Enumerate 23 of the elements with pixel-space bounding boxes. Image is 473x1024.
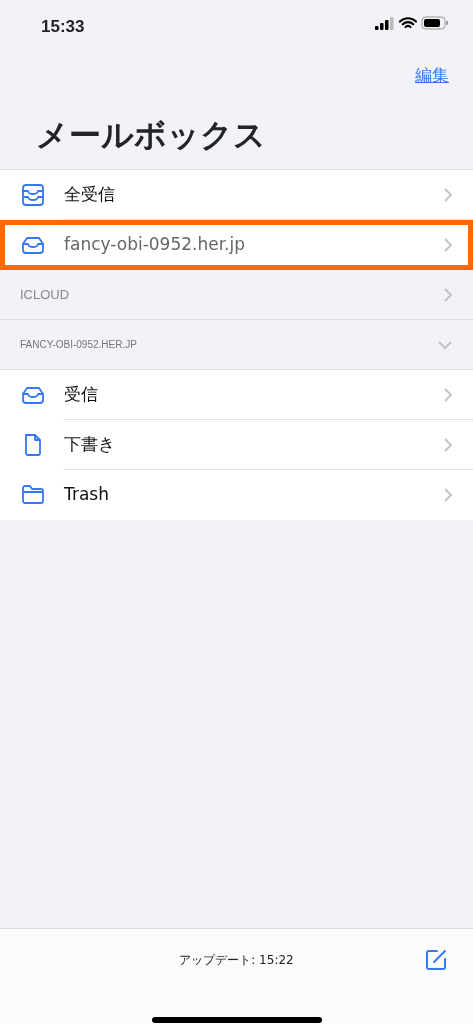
chevron-right-icon xyxy=(443,437,453,454)
status-time: 15:33 xyxy=(41,16,85,38)
mailbox-label: 下書き xyxy=(64,433,116,457)
battery-icon xyxy=(421,16,449,30)
account-name: ICLOUD xyxy=(20,285,71,304)
edit-button[interactable]: 編集 xyxy=(415,63,449,89)
mailbox-label: 受信 xyxy=(64,383,99,407)
chevron-right-icon xyxy=(443,237,453,254)
update-status: アップデート: 15:22 xyxy=(178,952,295,969)
tray-stack-icon xyxy=(20,182,46,209)
account-header[interactable]: FANCY-OBI-0952.HER.JP xyxy=(0,320,473,371)
chevron-right-icon xyxy=(443,187,453,204)
chevron-right-icon xyxy=(443,487,453,504)
chevron-right-icon xyxy=(443,387,453,404)
mailbox-label: fancy-obi-0952.her.jp xyxy=(64,233,247,257)
page-title: メールボックス xyxy=(36,118,267,154)
mailbox-label: Trash xyxy=(64,483,110,507)
mailbox-row[interactable]: fancy-obi-0952.her.jp xyxy=(0,220,473,271)
wifi-icon xyxy=(399,16,417,30)
account-name: FANCY-OBI-0952.HER.JP xyxy=(20,338,138,353)
mailbox-label: 全受信 xyxy=(64,183,116,207)
compose-button[interactable] xyxy=(423,947,449,973)
signal-icon xyxy=(375,16,395,30)
